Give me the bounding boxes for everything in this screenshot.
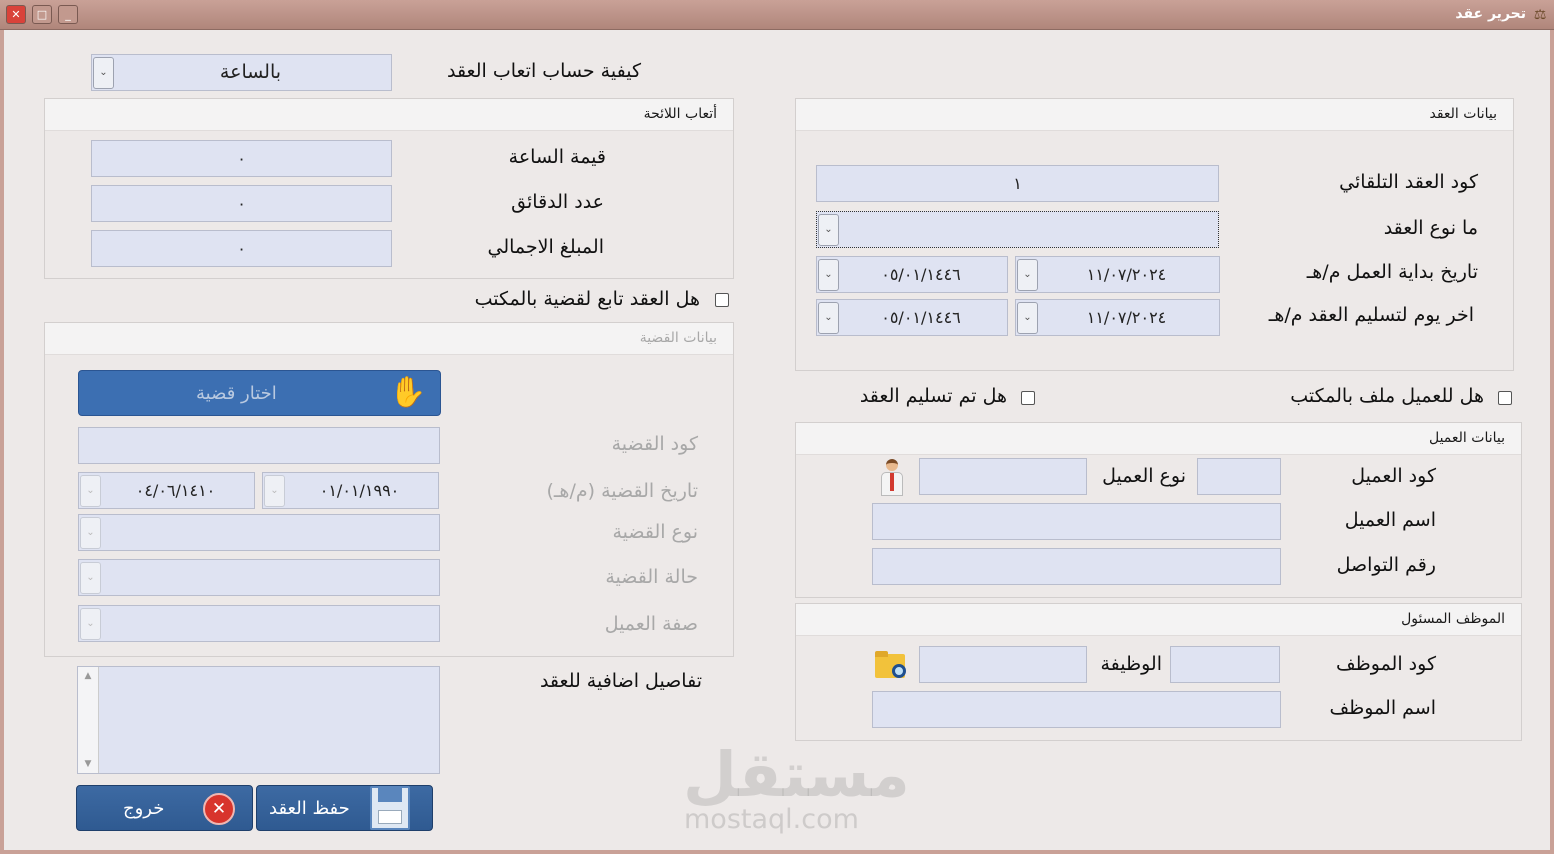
minutes-field[interactable]: ٠ <box>91 185 392 222</box>
contract-type-select[interactable] <box>816 211 1219 248</box>
client-name-label: اسم العميل <box>1344 509 1436 531</box>
case-date-g-field[interactable]: ٠١/٠١/١٩٩٠ <box>262 472 439 509</box>
client-name-field[interactable] <box>872 503 1281 540</box>
window-minimize-button[interactable]: _ <box>58 5 78 24</box>
contract-data-title: بيانات العقد <box>1429 106 1497 122</box>
total-label: المبلغ الاجمالي <box>487 236 605 258</box>
client-code-label: كود العميل <box>1351 465 1436 487</box>
person-icon[interactable] <box>877 457 907 497</box>
fee-calc-label: كيفية حساب اتعاب العقد <box>446 60 641 82</box>
regulation-fees-title: أتعاب اللائحة <box>643 106 717 122</box>
save-contract-button[interactable]: حفظ العقد <box>256 785 433 831</box>
exit-button[interactable]: خروج ✕ <box>76 785 253 831</box>
employee-code-label: كود الموظف <box>1335 653 1436 675</box>
case-link-label: هل العقد تابع لقضية بالمكتب <box>474 288 700 310</box>
employee-code-field[interactable] <box>1170 646 1280 683</box>
client-phone-field[interactable] <box>872 548 1281 585</box>
chevron-down-icon[interactable]: ⌄ <box>1017 259 1038 291</box>
case-date-h-field[interactable]: ٠٤/٠٦/١٤١٠ <box>78 472 255 509</box>
client-type-field[interactable] <box>919 458 1087 495</box>
window-title: تحرير عقد <box>1455 6 1526 22</box>
client-code-field[interactable] <box>1197 458 1281 495</box>
case-data-title: بيانات القضية <box>639 330 717 346</box>
employee-job-label: الوظيفة <box>1100 653 1162 675</box>
delivered-checkbox[interactable] <box>1021 391 1035 405</box>
chevron-down-icon[interactable]: ⌄ <box>80 562 101 594</box>
employee-job-field[interactable] <box>919 646 1087 683</box>
scroll-up-icon[interactable]: ▲ <box>78 667 98 685</box>
case-type-select[interactable] <box>78 514 440 551</box>
watermark-url: mostaql.com <box>684 804 859 835</box>
start-date-g-field[interactable]: ١١/٠٧/٢٠٢٤ <box>1015 256 1220 293</box>
minutes-label: عدد الدقائق <box>511 191 604 213</box>
chevron-down-icon[interactable]: ⌄ <box>1017 302 1038 334</box>
end-date-label: اخر يوم لتسليم العقد م/هـ <box>1268 304 1474 326</box>
window-close-button[interactable]: ✕ <box>6 5 26 24</box>
folder-search-icon[interactable] <box>875 650 911 682</box>
save-contract-label: حفظ العقد <box>269 798 350 819</box>
choose-case-label: اختار قضية <box>196 383 277 404</box>
hand-icon: ✋ <box>389 375 427 410</box>
watermark-logo: مستقل <box>683 738 910 811</box>
choose-case-button[interactable]: اختار قضية ✋ <box>78 370 441 416</box>
chevron-down-icon[interactable]: ⌄ <box>80 517 101 549</box>
case-date-label: تاريخ القضية (م/هـ) <box>546 480 698 502</box>
window-titlebar: ✕ □ _ تحرير عقد ⚖ <box>0 0 1554 30</box>
auto-code-label: كود العقد التلقائي <box>1339 171 1478 193</box>
close-icon: ✕ <box>203 793 235 825</box>
extra-details-label: تفاصيل اضافية للعقد <box>539 670 702 692</box>
case-status-label: حالة القضية <box>605 566 698 588</box>
chevron-down-icon[interactable]: ⌄ <box>818 302 839 334</box>
client-role-select[interactable] <box>78 605 440 642</box>
case-code-field[interactable] <box>78 427 440 464</box>
scales-icon: ⚖ <box>1533 7 1547 23</box>
fee-calc-select[interactable]: بالساعة <box>91 54 392 91</box>
save-disk-icon <box>370 786 410 830</box>
total-field[interactable]: ٠ <box>91 230 392 267</box>
case-type-label: نوع القضية <box>612 521 698 543</box>
exit-label: خروج <box>123 798 165 819</box>
auto-code-field[interactable]: ١ <box>816 165 1219 202</box>
case-code-label: كود القضية <box>611 433 698 455</box>
client-type-label: نوع العميل <box>1102 465 1186 487</box>
employee-title: الموظف المسئول <box>1401 611 1505 627</box>
chevron-down-icon[interactable]: ⌄ <box>818 214 839 246</box>
window-maximize-button[interactable]: □ <box>32 5 52 24</box>
chevron-down-icon[interactable]: ⌄ <box>818 259 839 291</box>
delivered-label: هل تم تسليم العقد <box>859 385 1007 407</box>
textarea-scrollbar[interactable]: ▲ ▼ <box>78 667 99 773</box>
extra-details-textarea[interactable] <box>77 666 440 774</box>
chevron-down-icon[interactable]: ⌄ <box>264 475 285 507</box>
hour-value-label: قيمة الساعة <box>508 146 606 168</box>
client-data-title: بيانات العميل <box>1428 430 1505 446</box>
client-file-checkbox[interactable] <box>1498 391 1512 405</box>
end-date-g-field[interactable]: ١١/٠٧/٢٠٢٤ <box>1015 299 1220 336</box>
chevron-down-icon[interactable]: ⌄ <box>80 608 101 640</box>
start-date-h-field[interactable]: ٠٥/٠١/١٤٤٦ <box>816 256 1008 293</box>
client-phone-label: رقم التواصل <box>1336 554 1436 576</box>
start-date-label: تاريخ بداية العمل م/هـ <box>1306 261 1478 283</box>
end-date-h-field[interactable]: ٠٥/٠١/١٤٤٦ <box>816 299 1008 336</box>
client-role-label: صفة العميل <box>604 613 698 635</box>
contract-type-label: ما نوع العقد <box>1383 217 1478 239</box>
scroll-down-icon[interactable]: ▼ <box>78 755 98 773</box>
case-link-checkbox[interactable] <box>715 293 729 307</box>
chevron-down-icon[interactable]: ⌄ <box>93 57 114 89</box>
client-file-label: هل للعميل ملف بالمكتب <box>1290 385 1484 407</box>
employee-name-label: اسم الموظف <box>1329 697 1436 719</box>
hour-value-field[interactable]: ٠ <box>91 140 392 177</box>
case-status-select[interactable] <box>78 559 440 596</box>
employee-name-field[interactable] <box>872 691 1281 728</box>
chevron-down-icon[interactable]: ⌄ <box>80 475 101 507</box>
